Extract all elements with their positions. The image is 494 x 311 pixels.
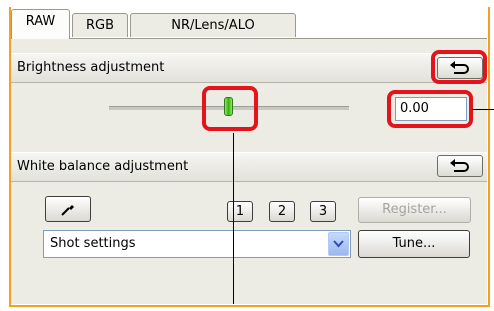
tab-nr-lens-alo-label: NR/Lens/ALO: [171, 18, 255, 33]
brightness-header: Brightness adjustment: [11, 53, 487, 83]
white-balance-reset-button[interactable]: [437, 155, 483, 177]
brightness-title: Brightness adjustment: [17, 60, 165, 75]
chevron-down-icon: [333, 240, 344, 248]
white-balance-header: White balance adjustment: [11, 152, 487, 182]
tab-nr-lens-alo[interactable]: NR/Lens/ALO: [130, 13, 296, 37]
register-button[interactable]: Register...: [358, 197, 471, 223]
brightness-reset-button[interactable]: [437, 57, 483, 79]
tab-rgb-label: RGB: [85, 18, 115, 33]
wb-preset-3-label: 3: [318, 204, 328, 219]
eyedropper-icon: [61, 205, 74, 216]
register-label: Register...: [382, 202, 447, 217]
wb-preset-1-label: 1: [235, 204, 245, 219]
brightness-value: 0.00: [400, 101, 429, 116]
select-dropdown-button[interactable]: [328, 232, 349, 256]
tune-button[interactable]: Tune...: [358, 230, 470, 258]
tab-raw-label: RAW: [25, 14, 56, 29]
brightness-value-field[interactable]: 0.00: [395, 97, 467, 121]
wb-preset-3-button[interactable]: 3: [310, 201, 336, 222]
tab-bar: RAW RGB NR/Lens/ALO: [11, 9, 491, 39]
tab-raw[interactable]: RAW: [11, 9, 70, 39]
brightness-slider-thumb[interactable]: [224, 97, 233, 116]
eyedropper-button[interactable]: [45, 196, 91, 222]
callout-line-value: [472, 109, 494, 110]
tune-label: Tune...: [392, 236, 436, 251]
undo-arrow-icon: [450, 159, 469, 172]
white-balance-select-value: Shot settings: [50, 236, 136, 251]
white-balance-title: White balance adjustment: [17, 159, 189, 174]
undo-arrow-icon: [450, 61, 469, 74]
wb-preset-2-button[interactable]: 2: [269, 201, 295, 222]
wb-preset-1-button[interactable]: 1: [227, 201, 253, 222]
callout-line-slider: [233, 133, 234, 304]
wb-preset-2-label: 2: [277, 204, 287, 219]
white-balance-select[interactable]: Shot settings: [43, 230, 351, 258]
tab-rgb[interactable]: RGB: [72, 13, 128, 37]
